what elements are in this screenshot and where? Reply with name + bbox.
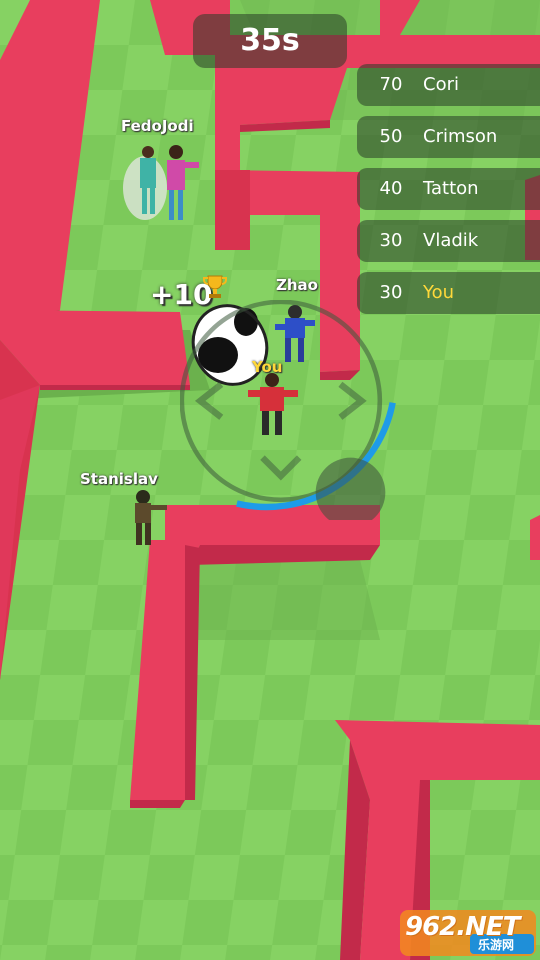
- maze-wall: [215, 170, 250, 250]
- leaderboard-score: 50: [379, 126, 403, 147]
- leaderboard-score: 40: [379, 178, 403, 199]
- watermark-subtext: 乐游网: [478, 938, 515, 952]
- leaderboard-score: 70: [379, 74, 403, 95]
- virtual-joystick[interactable]: [180, 300, 400, 520]
- game-viewport[interactable]: FedoJodi Zhao You Stanislav +10 35s 70 C…: [0, 0, 540, 960]
- leaderboard-name: Vladik: [423, 230, 479, 251]
- player-name-zhao: Zhao: [276, 276, 318, 294]
- joystick-left-arrow-icon: [194, 381, 224, 420]
- player-name-fedojodi: FedoJodi: [121, 117, 194, 135]
- character-stanislav: [135, 490, 167, 545]
- leaderboard-row: 50 Crimson: [357, 116, 540, 158]
- leaderboard-name: Tatton: [423, 178, 479, 199]
- leaderboard-name: Crimson: [423, 126, 498, 147]
- match-timer: 35s: [193, 14, 347, 68]
- leaderboard-row: 30 Vladik: [357, 220, 540, 262]
- leaderboard-row: 70 Cori: [357, 64, 540, 106]
- trophy-icon: [203, 275, 227, 298]
- joystick-down-arrow-icon: [260, 455, 302, 481]
- character-fedojodi: [123, 145, 199, 220]
- leaderboard-name: Cori: [423, 74, 459, 95]
- leaderboard-score: 30: [379, 230, 403, 251]
- leaderboard: 70 Cori 50 Crimson 40 Tatton 30 Vladik 3…: [357, 64, 540, 324]
- joystick-thumb: [315, 457, 386, 520]
- leaderboard-score: 30: [379, 282, 403, 303]
- leaderboard-row-you: 30 You: [357, 272, 540, 314]
- leaderboard-row: 40 Tatton: [357, 168, 540, 210]
- joystick-right-arrow-icon: [338, 381, 367, 420]
- leaderboard-name: You: [423, 282, 455, 303]
- maze-wall: [530, 515, 540, 560]
- player-name-stanislav: Stanislav: [80, 470, 158, 488]
